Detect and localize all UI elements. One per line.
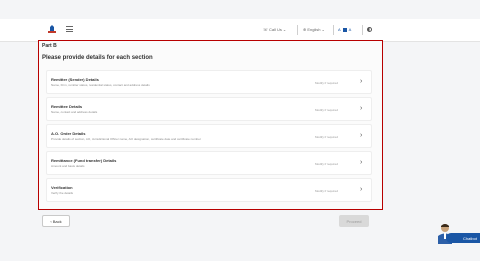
card-description: Verify the details: [51, 191, 74, 195]
font-increase-button[interactable]: A: [349, 27, 352, 32]
section-card-verification[interactable]: Verification Verify the details Modify i…: [46, 178, 372, 202]
language-selector[interactable]: ⊕ English ⌄: [303, 27, 325, 32]
card-description: Provide details of section, AO, Jurisdic…: [51, 137, 201, 141]
section-card-remittee[interactable]: Remittee Details Name, contact and addre…: [46, 97, 372, 121]
card-status: Modify if required: [315, 162, 339, 166]
emblem-icon[interactable]: [47, 24, 57, 34]
card-status: Modify if required: [315, 108, 339, 112]
call-us-label: Call Us: [269, 27, 282, 32]
proceed-button[interactable]: Proceed: [339, 215, 369, 227]
page-title: Please provide details for each section: [42, 55, 153, 61]
font-reset-button[interactable]: [342, 27, 347, 32]
chevron-left-icon: ‹: [50, 218, 52, 224]
card-description: Name, Firm, remitter status, residential…: [51, 83, 150, 87]
card-title: Verification: [51, 185, 73, 190]
chevron-right-icon[interactable]: ›: [360, 105, 362, 112]
chevron-right-icon[interactable]: ›: [360, 186, 362, 193]
chevron-down-icon: ⌄: [321, 27, 325, 32]
chevron-right-icon[interactable]: ›: [360, 132, 362, 139]
card-description: Name, contact and address details: [51, 110, 98, 114]
card-status: Modify if required: [315, 189, 339, 193]
divider: [362, 25, 363, 35]
chevron-right-icon[interactable]: ›: [360, 78, 362, 85]
card-title: A.O. Order Details: [51, 131, 86, 136]
chevron-down-icon: ⌄: [282, 27, 287, 32]
font-size-controls: A A: [338, 27, 351, 32]
phone-icon: ☏: [263, 27, 269, 32]
contrast-icon[interactable]: [367, 27, 372, 32]
card-description: Amount and basis details: [51, 164, 85, 168]
section-card-ao-order[interactable]: A.O. Order Details Provide details of se…: [46, 124, 372, 148]
language-label: English: [307, 27, 321, 32]
part-b-panel: Part B Please provide details for each s…: [38, 40, 383, 210]
card-title: Remitter (Sender) Details: [51, 77, 99, 82]
chatbot-button[interactable]: Chatbot: [446, 233, 480, 243]
divider: [333, 25, 334, 35]
hamburger-icon[interactable]: [66, 26, 73, 32]
top-bar: ☏ Call Us ⌄ ⊕ English ⌄ A A: [0, 19, 480, 42]
back-button[interactable]: ‹ Back: [42, 215, 70, 227]
back-label: Back: [52, 218, 62, 224]
card-title: Remittee Details: [51, 104, 83, 109]
card-title: Remittance (Fund transfer) Details: [51, 158, 117, 163]
part-label: Part B: [42, 43, 57, 49]
font-decrease-button[interactable]: A: [338, 27, 341, 32]
section-card-remittance[interactable]: Remittance (Fund transfer) Details Amoun…: [46, 151, 372, 175]
card-status: Modify if required: [315, 135, 339, 139]
globe-icon: ⊕: [303, 27, 307, 32]
card-status: Modify if required: [315, 81, 339, 85]
divider: [297, 25, 298, 35]
section-card-remitter[interactable]: Remitter (Sender) Details Name, Firm, re…: [46, 70, 372, 94]
call-us-button[interactable]: ☏ Call Us ⌄: [263, 27, 286, 32]
chevron-right-icon[interactable]: ›: [360, 159, 362, 166]
